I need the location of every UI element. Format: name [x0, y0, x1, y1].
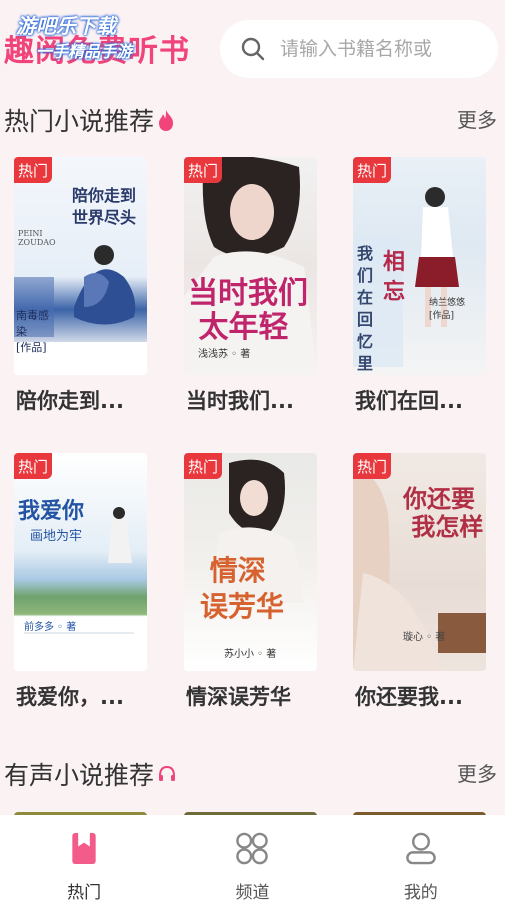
book-card[interactable]: 热门 当时我们 太年轻 浅浅苏 ◦ 著 当时我们... — [184, 157, 317, 413]
audio-more-link[interactable]: 更多 — [457, 758, 497, 787]
book-title: 我们在回... — [355, 389, 463, 413]
hot-section-header: 热门小说推荐 更多 — [0, 102, 505, 142]
book-cover[interactable]: 热门 陪你走到 世界尽头 PEINI ZOUDAO 南毒感染 [作品] — [14, 157, 147, 375]
book-title: 情深误芳华 — [186, 685, 291, 709]
hot-badge: 热门 — [184, 453, 222, 479]
nav-label-mine: 我的 — [403, 883, 438, 903]
hot-badge: 热门 — [14, 157, 52, 183]
nav-label-channel: 频道 — [235, 883, 270, 903]
book-card[interactable]: 热门 情深 误芳华 苏小小 ◦ 著 情深误芳华 — [184, 453, 317, 709]
search-bar[interactable] — [220, 20, 498, 78]
book-card[interactable]: 热门 我们在回忆里 相忘 纳兰悠悠 [作品] 我们在回... — [353, 157, 486, 413]
book-title: 我爱你，... — [16, 685, 124, 709]
book-title: 你还要我... — [355, 685, 463, 709]
grid-icon — [236, 832, 269, 865]
hot-section-title-text: 热门小说推荐 — [4, 107, 155, 136]
watermark-line-1: 游吧乐下载 — [16, 14, 116, 38]
book-title: 当时我们... — [186, 389, 294, 413]
cover-title: 我们在回忆里 — [357, 244, 374, 373]
watermark-line-2: 一手精品手游 — [36, 42, 133, 61]
cover-illustration — [24, 507, 134, 634]
book-card[interactable]: 热门 陪你走到 世界尽头 PEINI ZOUDAO 南毒感染 [作品] 陪你走到... — [14, 157, 147, 413]
cover-title: 你还要 我怎样 — [403, 484, 484, 541]
watermark-logo: 游吧乐下载 一手精品手游 — [6, 6, 156, 62]
cover-author: 纳兰悠悠 [作品] — [429, 298, 466, 321]
book-cover[interactable]: 热门 情深 误芳华 苏小小 ◦ 著 — [184, 453, 317, 671]
nav-label-hot: 热门 — [67, 883, 102, 903]
book-cover[interactable]: 热门 我们在回忆里 相忘 纳兰悠悠 [作品] — [353, 157, 486, 375]
cover-sub: PEINI ZOUDAO — [18, 229, 56, 247]
hot-badge: 热门 — [353, 157, 391, 183]
cover-title-sub: 相忘 — [383, 249, 406, 305]
nav-item-channel[interactable]: 频道 — [168, 815, 336, 903]
nav-item-hot[interactable]: 热门 — [0, 815, 168, 903]
book-cover[interactable]: 热门 当时我们 太年轻 浅浅苏 ◦ 著 — [184, 157, 317, 375]
headphones-icon — [159, 765, 176, 781]
cover-author: 浅浅苏 ◦ 著 — [198, 349, 251, 360]
hot-section-title: 热门小说推荐 — [4, 102, 175, 138]
book-cover[interactable]: 热门 我爱你 画地为牢 前多多 ◦ 著 — [14, 453, 147, 671]
cover-sub: 画地为牢 — [30, 529, 83, 544]
book-card[interactable]: 热门 我爱你 画地为牢 前多多 ◦ 著 我爱你，... — [14, 453, 147, 709]
hot-badge: 热门 — [184, 157, 222, 183]
flame-icon — [159, 110, 174, 131]
cover-title: 情深 误芳华 — [200, 554, 285, 623]
user-icon — [405, 832, 436, 865]
audio-section-title: 有声小说推荐 — [4, 756, 177, 792]
nav-item-mine[interactable]: 我的 — [337, 815, 505, 903]
cover-author: 璇心 ◦ 著 — [403, 632, 446, 643]
search-input[interactable] — [280, 38, 490, 60]
cover-author: 前多多 ◦ 著 — [24, 622, 77, 633]
cover-title: 我爱你 — [18, 498, 85, 524]
book-cover[interactable]: 热门 你还要 我怎样 璇心 ◦ 著 — [353, 453, 486, 671]
cover-author: 苏小小 ◦ 著 — [224, 649, 277, 660]
audio-section-header: 有声小说推荐 更多 — [0, 756, 505, 796]
bottom-nav: 热门 频道 我的 — [0, 815, 505, 903]
cover-author: 南毒感染 [作品] — [16, 309, 49, 354]
hot-badge: 热门 — [353, 453, 391, 479]
hot-more-link[interactable]: 更多 — [457, 104, 497, 133]
top-header: 趣阅免费听书 游吧乐下载 一手精品手游 — [0, 0, 505, 90]
audio-section-title-text: 有声小说推荐 — [4, 761, 155, 790]
bookmark-icon — [72, 832, 96, 865]
cover-title: 陪你走到 世界尽头 — [72, 186, 137, 227]
hot-badge: 热门 — [14, 453, 52, 479]
cover-title: 当时我们 太年轻 — [188, 276, 308, 345]
book-title: 陪你走到... — [16, 389, 124, 413]
search-icon — [241, 37, 265, 61]
book-card[interactable]: 热门 你还要 我怎样 璇心 ◦ 著 你还要我... — [353, 453, 486, 709]
